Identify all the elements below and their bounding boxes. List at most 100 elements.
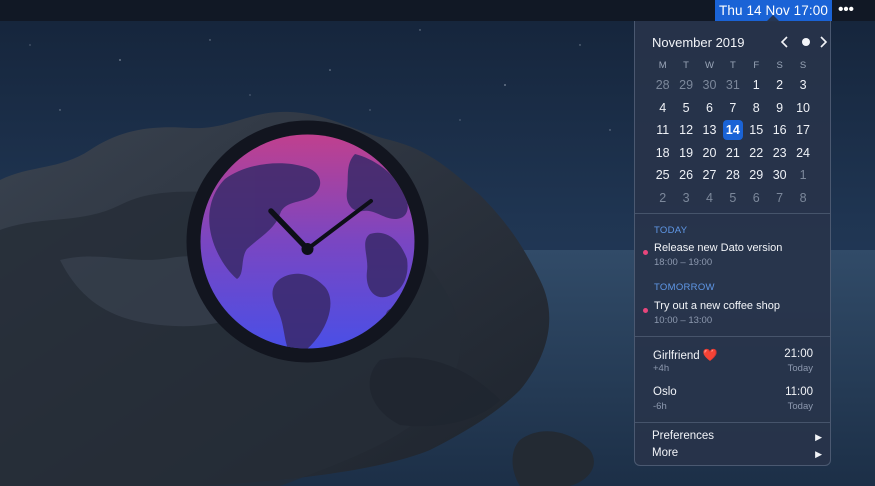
calendar-day[interactable]: 2 <box>768 74 791 97</box>
calendar-day[interactable]: 7 <box>768 187 791 210</box>
calendar-day[interactable]: 4 <box>651 97 674 120</box>
calendar-day-number: 29 <box>749 168 764 183</box>
calendar-day[interactable]: 27 <box>698 164 721 187</box>
calendar-panel: November 2019 MTWTFSS 28 29 30 31 1 2 3 4 5 6 7 8 9 1… <box>634 21 831 466</box>
calendar-day[interactable]: 7 <box>721 97 744 120</box>
calendar-day-number: 28 <box>655 78 670 92</box>
calendar-day-number: 3 <box>682 190 690 205</box>
calendar-week-row: 23 4 56 78 <box>651 187 815 210</box>
calendar-day-number: 3 <box>799 78 807 92</box>
timezone-day: Today <box>787 363 813 374</box>
calendar-day[interactable]: 15 <box>745 119 768 142</box>
calendar-day[interactable]: 8 <box>745 97 768 120</box>
calendar-day[interactable]: 19 <box>674 142 697 165</box>
divider <box>635 336 830 337</box>
next-month-button[interactable] <box>816 34 830 50</box>
event-item-tomorrow[interactable]: Try out a new coffee shop 10:00 – 13:00 <box>643 300 823 330</box>
calendar-grid: MTWTFSS 28 29 30 31 1 2 3 4 5 6 7 8 9 10 11 12 13 14 15 16 1… <box>651 57 815 210</box>
calendar-day-number: 28 <box>725 168 740 183</box>
today-section-label: TODAY <box>654 225 688 236</box>
calendar-day[interactable]: 8 <box>791 187 814 210</box>
calendar-day-number: 4 <box>659 100 667 115</box>
calendar-day[interactable]: 23 <box>768 142 791 165</box>
timezone-offset: -6h <box>653 401 667 412</box>
calendar-day[interactable]: 6 <box>745 187 768 210</box>
calendar-week-row: 18 19 20 21 22 23 24 <box>651 142 815 165</box>
calendar-day[interactable]: 17 <box>791 119 814 142</box>
event-time: 10:00 – 13:00 <box>654 315 713 326</box>
calendar-day[interactable]: 22 <box>745 142 768 165</box>
calendar-day-number: 8 <box>752 100 760 115</box>
calendar-day-today[interactable]: 14 <box>721 119 744 142</box>
calendar-day[interactable]: 4 <box>698 187 721 210</box>
chevron-right-icon <box>820 36 828 48</box>
calendar-day[interactable]: 29 <box>674 74 697 97</box>
divider <box>635 422 830 423</box>
calendar-day[interactable]: 26 <box>674 164 697 187</box>
calendar-day-number: 18 <box>655 145 670 160</box>
calendar-header: November 2019 <box>652 34 828 51</box>
timezone-row-girlfriend[interactable]: Girlfriend ❤️ +4h 21:00 Today <box>653 348 813 378</box>
calendar-day[interactable]: 1 <box>745 74 768 97</box>
calendar-day[interactable]: 2 <box>651 187 674 210</box>
weekday-label: T <box>683 60 689 71</box>
calendar-day[interactable]: 31 <box>721 74 744 97</box>
calendar-day[interactable]: 30 <box>768 164 791 187</box>
calendar-day-number: 10 <box>796 100 810 115</box>
calendar-week-row: 28 29 30 31 1 2 3 <box>651 74 815 97</box>
submenu-arrow-icon: ▶ <box>815 432 822 442</box>
chevron-left-icon <box>780 36 788 48</box>
calendar-day[interactable]: 18 <box>651 142 674 165</box>
calendar-day[interactable]: 1 <box>791 164 814 187</box>
calendar-day[interactable]: 11 <box>651 119 674 142</box>
calendar-day[interactable]: 13 <box>698 119 721 142</box>
calendar-day[interactable]: 20 <box>698 142 721 165</box>
calendar-day[interactable]: 28 <box>721 164 744 187</box>
timezone-name-label: Girlfriend <box>653 350 700 362</box>
calendar-day[interactable]: 30 <box>698 74 721 97</box>
calendar-day-number: 21 <box>725 145 740 160</box>
weekday-label: S <box>799 60 807 71</box>
calendar-day[interactable]: 5 <box>674 97 697 120</box>
menu-bar: Thu 14 Nov 17:00 ••• <box>0 0 875 21</box>
more-menu-item[interactable]: More ▶ <box>652 447 822 462</box>
event-color-dot <box>643 250 648 255</box>
calendar-day-number: 26 <box>679 168 694 183</box>
previous-month-button[interactable] <box>778 34 792 50</box>
calendar-day[interactable]: 5 <box>721 187 744 210</box>
calendar-day[interactable]: 9 <box>768 97 791 120</box>
calendar-day[interactable]: 29 <box>745 164 768 187</box>
calendar-day-number: 29 <box>679 78 694 92</box>
calendar-day-number: 16 <box>772 123 787 138</box>
calendar-day[interactable]: 16 <box>768 119 791 142</box>
calendar-day-number: 22 <box>749 145 764 160</box>
calendar-day-number: 24 <box>796 145 810 160</box>
calendar-day-number: 11 <box>656 123 670 138</box>
timezone-name: Girlfriend ❤️ <box>653 348 718 362</box>
calendar-day[interactable]: 10 <box>791 97 814 120</box>
calendar-day-number: 13 <box>702 123 717 138</box>
event-item-today[interactable]: Release new Dato version 18:00 – 19:00 <box>643 242 823 272</box>
more-icon[interactable]: ••• <box>836 0 856 21</box>
weekday-label: M <box>658 60 667 71</box>
calendar-day[interactable]: 12 <box>674 119 697 142</box>
timezone-row-oslo[interactable]: Oslo -6h 11:00 Today <box>653 386 813 416</box>
preferences-menu-item[interactable]: Preferences ▶ <box>652 430 822 445</box>
calendar-day[interactable]: 28 <box>651 74 674 97</box>
calendar-day[interactable]: 25 <box>651 164 674 187</box>
calendar-day[interactable]: 3 <box>791 74 814 97</box>
calendar-day[interactable]: 21 <box>721 142 744 165</box>
calendar-day-number: 31 <box>725 78 740 92</box>
today-button[interactable] <box>799 34 813 50</box>
calendar-day[interactable]: 3 <box>674 187 697 210</box>
timezone-time: 21:00 <box>784 348 813 360</box>
calendar-day-number: 23 <box>772 145 787 160</box>
calendar-day-number: 1 <box>752 78 760 92</box>
calendar-day[interactable]: 6 <box>698 97 721 120</box>
timezone-name: Oslo <box>653 386 677 398</box>
calendar-day-number: 5 <box>682 100 690 115</box>
globe-clock-widget <box>186 120 429 363</box>
calendar-day[interactable]: 24 <box>791 142 814 165</box>
calendar-day-number: 1 <box>799 168 807 183</box>
calendar-week-row: 4 5 6 7 8 9 10 <box>651 97 815 120</box>
